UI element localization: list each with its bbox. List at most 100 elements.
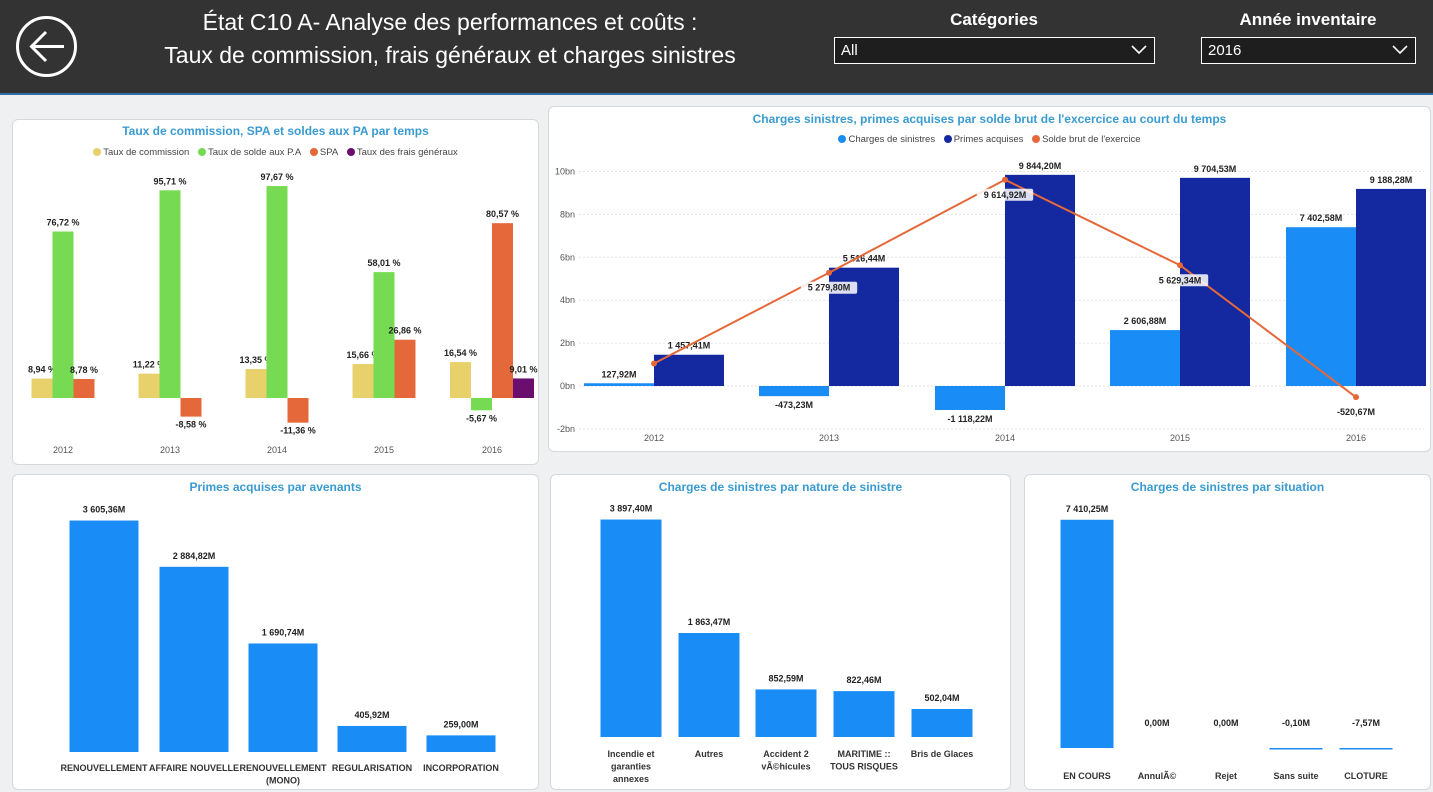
bar-taux-de-commission <box>245 369 267 398</box>
data-label: 0,00M <box>1144 718 1169 728</box>
data-label: 9 844,20M <box>1019 161 1062 171</box>
categories-dropdown[interactable]: All <box>834 37 1155 64</box>
category-label: annexes <box>613 774 649 784</box>
data-label: 2 606,88M <box>1124 316 1167 326</box>
category-label: (MONO) <box>266 776 300 786</box>
bar <box>248 643 318 752</box>
line-point <box>1353 394 1359 401</box>
data-label: 9,01 % <box>509 364 537 374</box>
data-label: 97,67 % <box>260 172 293 182</box>
bar-spa <box>180 398 202 417</box>
category-label: INCORPORATION <box>423 763 499 773</box>
page-title-line1: État C10 A- Analyse des performances et … <box>202 9 698 35</box>
data-label: 8,78 % <box>70 365 98 375</box>
data-label: 58,01 % <box>367 258 400 268</box>
x-tick-label: 2013 <box>160 445 180 455</box>
header-bar: État C10 A- Analyse des performances et … <box>0 0 1433 95</box>
x-tick-label: 2015 <box>1170 433 1190 443</box>
data-label: 405,92M <box>354 710 389 720</box>
category-label: Sans suite <box>1273 771 1318 781</box>
data-label: 76,72 % <box>46 218 79 228</box>
bar <box>833 691 895 737</box>
data-label: 7 402,58M <box>1300 213 1343 223</box>
bar-spa <box>73 378 95 398</box>
bar-primes-acquises <box>1356 188 1426 386</box>
bar-taux-de-commission <box>450 362 471 398</box>
bar <box>1060 519 1114 748</box>
x-tick-label: 2015 <box>374 445 394 455</box>
line-point <box>651 360 657 367</box>
page-title: État C10 A- Analyse des performances et … <box>110 6 790 72</box>
card-situation: Charges de sinistres par situation 7 410… <box>1024 474 1431 790</box>
data-label: 7 410,25M <box>1066 504 1109 514</box>
categories-label: Catégories <box>950 10 1038 29</box>
chart-situation-plot: 7 410,25M EN COURS 0,00M AnnulÃ© 0,00M Rejet -… <box>1060 504 1393 781</box>
category-label: RENOUVELLEMENT <box>239 763 327 773</box>
data-label: 80,57 % <box>486 209 519 219</box>
y-tick-label: 10bn <box>555 167 575 177</box>
bar-charges-de-sinistres <box>935 386 1005 410</box>
bar <box>755 689 817 737</box>
data-label: 16,54 % <box>444 348 477 358</box>
bar-charges-de-sinistres <box>759 386 829 397</box>
chart-charges-plot: -2bn0bn2bn4bn6bn8bn10bn127,92M1 457,41M2… <box>555 161 1426 443</box>
category-label: Autres <box>695 749 724 759</box>
data-label: 95,71 % <box>153 176 186 186</box>
category-label: REGULARISATION <box>332 763 412 773</box>
bar <box>159 566 229 752</box>
data-label: 822,46M <box>846 675 881 685</box>
category-label: AFFAIRE NOUVELLE <box>149 763 239 773</box>
back-button[interactable] <box>16 16 77 77</box>
category-label: Incendie et <box>607 749 654 759</box>
category-label: Rejet <box>1215 771 1237 781</box>
data-label: 0,00M <box>1213 718 1238 728</box>
category-label: TOUS RISQUES <box>830 762 898 772</box>
chevron-down-icon <box>1392 45 1408 55</box>
bar-primes-acquises <box>1005 174 1075 386</box>
y-tick-label: -2bn <box>557 424 575 434</box>
data-label: -473,23M <box>775 400 813 410</box>
chevron-down-icon <box>1131 45 1147 55</box>
bar-taux-de-solde-aux-p-a <box>471 398 492 411</box>
line-point <box>1177 262 1183 269</box>
annee-dropdown[interactable]: 2016 <box>1201 37 1416 64</box>
y-tick-label: 8bn <box>560 209 575 219</box>
y-tick-label: 6bn <box>560 252 575 262</box>
annee-label: Année inventaire <box>1239 10 1377 29</box>
bar <box>426 735 496 752</box>
bar-spa <box>287 398 309 423</box>
arrow-left-circle-icon <box>29 30 64 63</box>
bar-charges-de-sinistres <box>1110 330 1180 386</box>
x-tick-label: 2014 <box>267 445 287 455</box>
data-label: 8,94 % <box>28 365 56 375</box>
x-tick-label: 2014 <box>995 433 1015 443</box>
data-label: 3 897,40M <box>610 504 653 514</box>
card-primes-avenants: Primes acquises par avenants 3 605,36M RE… <box>12 474 539 790</box>
bar-taux-des-frais-g-n-raux <box>513 378 534 398</box>
category-label: Accident 2 <box>763 749 809 759</box>
chart-nature-plot: 3 897,40M Incendie et garanties annexes 1 86… <box>600 504 973 784</box>
x-tick-label: 2016 <box>1346 433 1366 443</box>
chart-avenants-plot: 3 605,36M RENOUVELLEMENT 2 884,82M AFFAIRE … <box>60 505 499 786</box>
category-label: AnnulÃ© <box>1138 771 1177 781</box>
bar <box>69 520 139 752</box>
x-tick-label: 2016 <box>482 445 502 455</box>
data-label: -5,67 % <box>466 413 497 423</box>
bar-charges-de-sinistres <box>1286 227 1356 386</box>
category-label: EN COURS <box>1063 771 1111 781</box>
data-label: -1 118,22M <box>947 414 992 424</box>
category-label: garanties <box>611 762 651 772</box>
bar <box>600 519 662 737</box>
bar <box>1339 748 1393 750</box>
data-label: 502,04M <box>924 693 959 703</box>
bar <box>1269 748 1323 750</box>
y-tick-label: 0bn <box>560 381 575 391</box>
data-label: -11,36 % <box>280 426 316 436</box>
page-title-line2: Taux de commission, frais généraux et ch… <box>164 42 736 68</box>
bar-primes-acquises <box>654 354 724 386</box>
data-label: -7,57M <box>1352 718 1380 728</box>
annee-value: 2016 <box>1208 42 1242 59</box>
data-label: 2 884,82M <box>173 551 216 561</box>
card-nature-sinistre: Charges de sinistres par nature de sinis… <box>550 474 1011 790</box>
bar-taux-de-solde-aux-p-a <box>159 190 181 398</box>
